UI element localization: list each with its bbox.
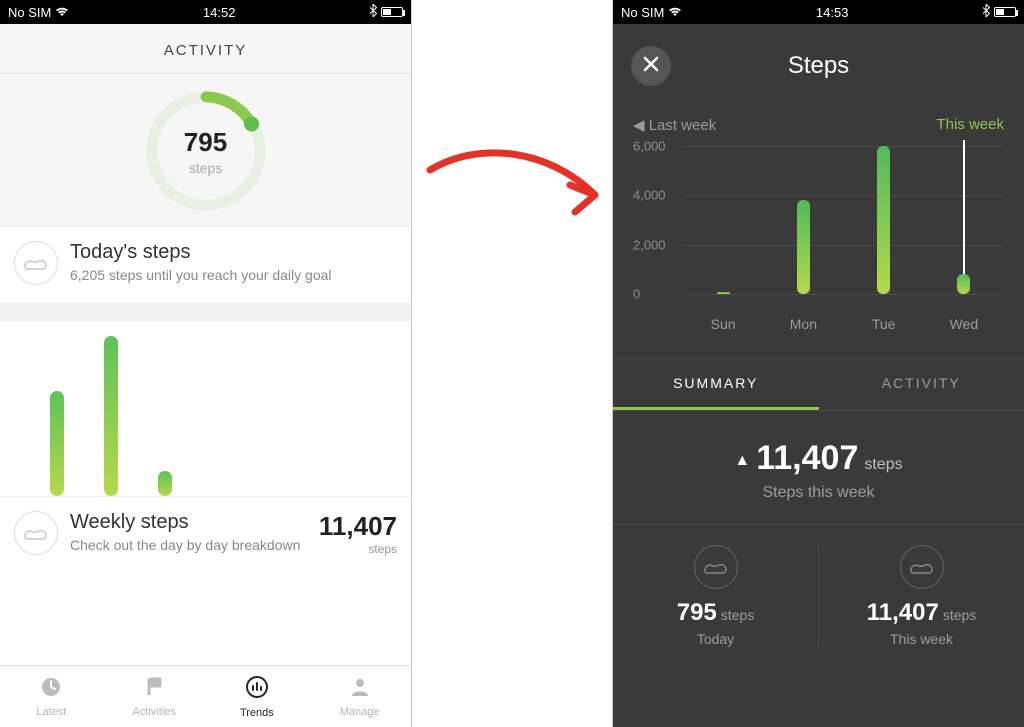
x-axis-label: Wed bbox=[924, 316, 1004, 332]
y-axis-label: 6,000 bbox=[633, 139, 681, 154]
wifi-icon bbox=[55, 5, 69, 20]
shoe-icon bbox=[900, 545, 944, 589]
status-bar: No SIM 14:53 bbox=[613, 0, 1024, 24]
shoe-icon bbox=[14, 511, 58, 555]
week-value: 11,407 bbox=[867, 599, 939, 626]
gridline bbox=[683, 294, 1004, 295]
tab-label: Manage bbox=[340, 706, 380, 718]
today-card-title: Today's steps bbox=[70, 241, 397, 264]
chart-bar bbox=[797, 200, 810, 294]
week-unit: steps bbox=[943, 607, 976, 623]
tab-activity[interactable]: ACTIVITY bbox=[819, 359, 1024, 410]
weekly-mini-chart[interactable] bbox=[0, 321, 411, 496]
today-label: Today bbox=[613, 631, 818, 647]
ring-unit: steps bbox=[189, 160, 222, 176]
summary-block: ▲ 11,407 steps Steps this week bbox=[613, 411, 1024, 525]
mini-bar bbox=[104, 336, 118, 496]
today-steps-card[interactable]: Today's steps 6,205 steps until you reac… bbox=[0, 226, 411, 303]
shoe-icon bbox=[14, 241, 58, 285]
tab-label: Latest bbox=[36, 706, 66, 718]
battery-icon bbox=[994, 7, 1016, 17]
summary-total: 11,407 bbox=[756, 439, 858, 477]
x-axis-label: Mon bbox=[763, 316, 843, 332]
today-value: 795 bbox=[677, 599, 717, 626]
chevron-left-icon: ◀ bbox=[633, 117, 649, 134]
tab-manage[interactable]: Manage bbox=[308, 666, 411, 727]
mini-bar bbox=[50, 391, 64, 496]
carrier-label: No SIM bbox=[8, 5, 51, 20]
shoe-icon bbox=[694, 545, 738, 589]
tab-summary[interactable]: SUMMARY bbox=[613, 359, 819, 410]
bar-slot bbox=[683, 146, 763, 294]
clock: 14:53 bbox=[682, 5, 982, 20]
flag-icon bbox=[143, 676, 165, 704]
close-button[interactable] bbox=[631, 46, 671, 86]
up-arrow-icon: ▲ bbox=[734, 452, 750, 470]
tab-trends[interactable]: Trends bbox=[206, 666, 309, 727]
today-card-subtitle: 6,205 steps until you reach your daily g… bbox=[70, 266, 397, 284]
page-title: ACTIVITY bbox=[0, 24, 411, 74]
weekly-card-title: Weekly steps bbox=[70, 511, 311, 534]
bar-slot bbox=[844, 146, 924, 294]
y-axis-label: 0 bbox=[633, 287, 681, 302]
annotation-arrow bbox=[420, 130, 610, 240]
wifi-icon bbox=[668, 5, 682, 20]
chart-bar bbox=[957, 274, 970, 294]
tab-label: Trends bbox=[240, 707, 274, 719]
current-week-label: This week bbox=[936, 116, 1004, 134]
bar-slot bbox=[924, 146, 1004, 294]
clock-icon bbox=[40, 676, 62, 704]
activity-screen: No SIM 14:52 ACTIVITY 795 steps bbox=[0, 0, 412, 727]
bluetooth-icon bbox=[369, 4, 377, 20]
status-bar: No SIM 14:52 bbox=[0, 0, 411, 24]
weekly-bar-chart[interactable]: 0 2,000 4,000 6,000 SunMonTueWed bbox=[613, 140, 1024, 334]
screen-title: Steps bbox=[671, 52, 1006, 80]
detail-tabs: SUMMARY ACTIVITY bbox=[613, 358, 1024, 411]
clock: 14:52 bbox=[69, 5, 369, 20]
today-unit: steps bbox=[721, 607, 754, 623]
y-axis-label: 2,000 bbox=[633, 237, 681, 252]
trends-icon bbox=[245, 675, 269, 705]
weekly-value: 11,407 bbox=[319, 511, 397, 542]
summary-unit: steps bbox=[864, 456, 902, 473]
mini-bar bbox=[158, 471, 172, 496]
prev-week-button[interactable]: ◀ Last week bbox=[633, 116, 716, 134]
bottom-tab-bar: Latest Activities Trends Manage bbox=[0, 665, 411, 727]
bluetooth-icon bbox=[982, 4, 990, 20]
close-icon bbox=[643, 55, 659, 78]
battery-icon bbox=[381, 7, 403, 17]
summary-label: Steps this week bbox=[613, 484, 1024, 502]
x-axis-label: Tue bbox=[844, 316, 924, 332]
bar-slot bbox=[763, 146, 843, 294]
chart-bar bbox=[877, 146, 890, 294]
tab-latest[interactable]: Latest bbox=[0, 666, 103, 727]
progress-ring-section: 795 steps bbox=[0, 74, 411, 226]
chart-bar bbox=[717, 292, 730, 294]
week-label: This week bbox=[819, 631, 1024, 647]
x-axis-label: Sun bbox=[683, 316, 763, 332]
ring-value: 795 bbox=[184, 127, 227, 158]
steps-progress-ring[interactable]: 795 steps bbox=[141, 86, 271, 216]
y-axis-label: 4,000 bbox=[633, 188, 681, 203]
week-column[interactable]: 11,407steps This week bbox=[819, 545, 1024, 647]
carrier-label: No SIM bbox=[621, 5, 664, 20]
weekly-card-subtitle: Check out the day by day breakdown bbox=[70, 536, 311, 554]
tab-label: Activities bbox=[132, 706, 175, 718]
section-divider bbox=[0, 303, 411, 321]
today-column[interactable]: 795steps Today bbox=[613, 545, 818, 647]
weekly-steps-card[interactable]: Weekly steps Check out the day by day br… bbox=[0, 496, 411, 574]
steps-detail-screen: No SIM 14:53 Steps ◀ Last week This week… bbox=[612, 0, 1024, 727]
summary-columns: 795steps Today 11,407steps This week bbox=[613, 525, 1024, 647]
tab-activities[interactable]: Activities bbox=[103, 666, 206, 727]
weekly-unit: steps bbox=[319, 542, 397, 556]
person-icon bbox=[349, 676, 371, 704]
